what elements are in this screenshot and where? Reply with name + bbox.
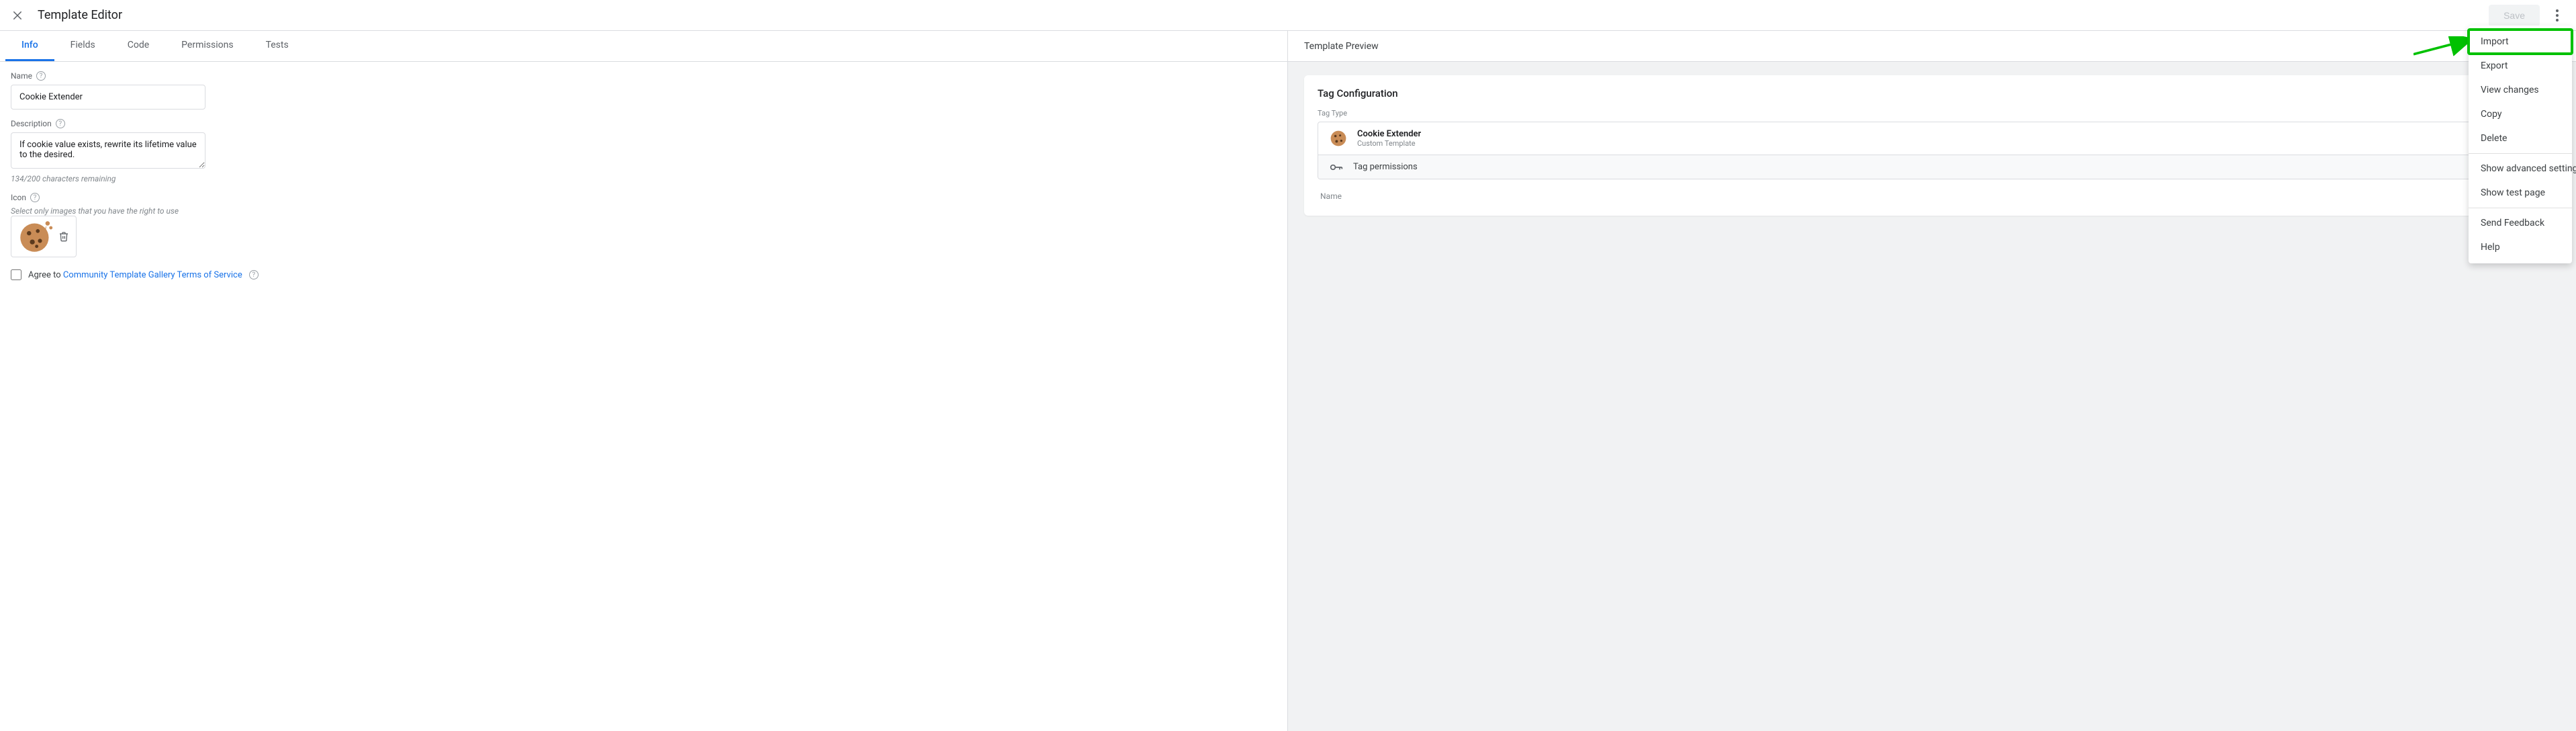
tag-type-label: Tag Type xyxy=(1318,109,2546,118)
save-button[interactable]: Save xyxy=(2489,5,2540,26)
agree-help-icon[interactable]: ? xyxy=(249,270,259,280)
description-remaining: 134/200 characters remaining xyxy=(11,174,1277,183)
icon-hint: Select only images that you have the rig… xyxy=(11,206,1277,216)
agree-prefix: Agree to xyxy=(28,270,63,280)
tab-permissions[interactable]: Permissions xyxy=(165,31,249,61)
tab-code[interactable]: Code xyxy=(111,31,165,61)
tag-name: Cookie Extender xyxy=(1357,129,1421,139)
tag-permissions-label: Tag permissions xyxy=(1353,162,1418,172)
menu-item-copy[interactable]: Copy xyxy=(2469,102,2572,126)
menu-item-view-changes[interactable]: View changes xyxy=(2469,78,2572,102)
cookie-icon xyxy=(18,219,53,254)
description-help-icon[interactable]: ? xyxy=(56,119,65,128)
close-icon[interactable] xyxy=(11,9,24,22)
tab-info[interactable]: Info xyxy=(5,31,54,61)
description-label: Description xyxy=(11,119,52,128)
menu-item-help[interactable]: Help xyxy=(2469,235,2572,259)
icon-label: Icon xyxy=(11,193,26,202)
tab-fields[interactable]: Fields xyxy=(54,31,111,61)
tag-type-row[interactable]: Cookie Extender Custom Template xyxy=(1318,122,2546,155)
tab-tests[interactable]: Tests xyxy=(250,31,305,61)
tab-bar: Info Fields Code Permissions Tests xyxy=(0,31,1287,62)
menu-item-export[interactable]: Export xyxy=(2469,54,2572,78)
description-textarea[interactable] xyxy=(11,132,205,169)
menu-item-feedback[interactable]: Send Feedback xyxy=(2469,211,2572,235)
menu-item-show-advanced[interactable]: Show advanced settings xyxy=(2469,157,2572,181)
tag-config-card: Tag Configuration Tag Type Cookie Extend… xyxy=(1304,75,2560,216)
name-help-icon[interactable]: ? xyxy=(36,71,46,81)
icon-help-icon[interactable]: ? xyxy=(30,193,40,202)
tag-config-title: Tag Configuration xyxy=(1318,87,2546,99)
page-title: Template Editor xyxy=(38,8,122,22)
more-menu: Import Export View changes Copy Delete S… xyxy=(2469,26,2572,263)
more-menu-icon[interactable] xyxy=(2549,7,2565,24)
name-input[interactable] xyxy=(11,85,205,110)
tag-subtitle: Custom Template xyxy=(1357,139,1421,148)
preview-header: Template Preview xyxy=(1288,31,2576,62)
menu-item-import[interactable]: Import xyxy=(2469,30,2572,54)
name-label: Name xyxy=(11,71,32,81)
menu-item-delete[interactable]: Delete xyxy=(2469,126,2572,150)
tag-permissions-row[interactable]: Tag permissions xyxy=(1318,155,2546,179)
menu-item-show-test[interactable]: Show test page xyxy=(2469,181,2572,205)
tos-link[interactable]: Community Template Gallery Terms of Serv… xyxy=(63,270,242,280)
tag-icon-cookie-icon xyxy=(1329,129,1348,148)
icon-preview-box[interactable] xyxy=(11,216,77,257)
icon-delete-trash-icon[interactable] xyxy=(58,230,69,243)
agree-checkbox[interactable] xyxy=(11,269,21,280)
col-name: Name xyxy=(1320,191,1342,201)
key-icon xyxy=(1329,163,1344,171)
